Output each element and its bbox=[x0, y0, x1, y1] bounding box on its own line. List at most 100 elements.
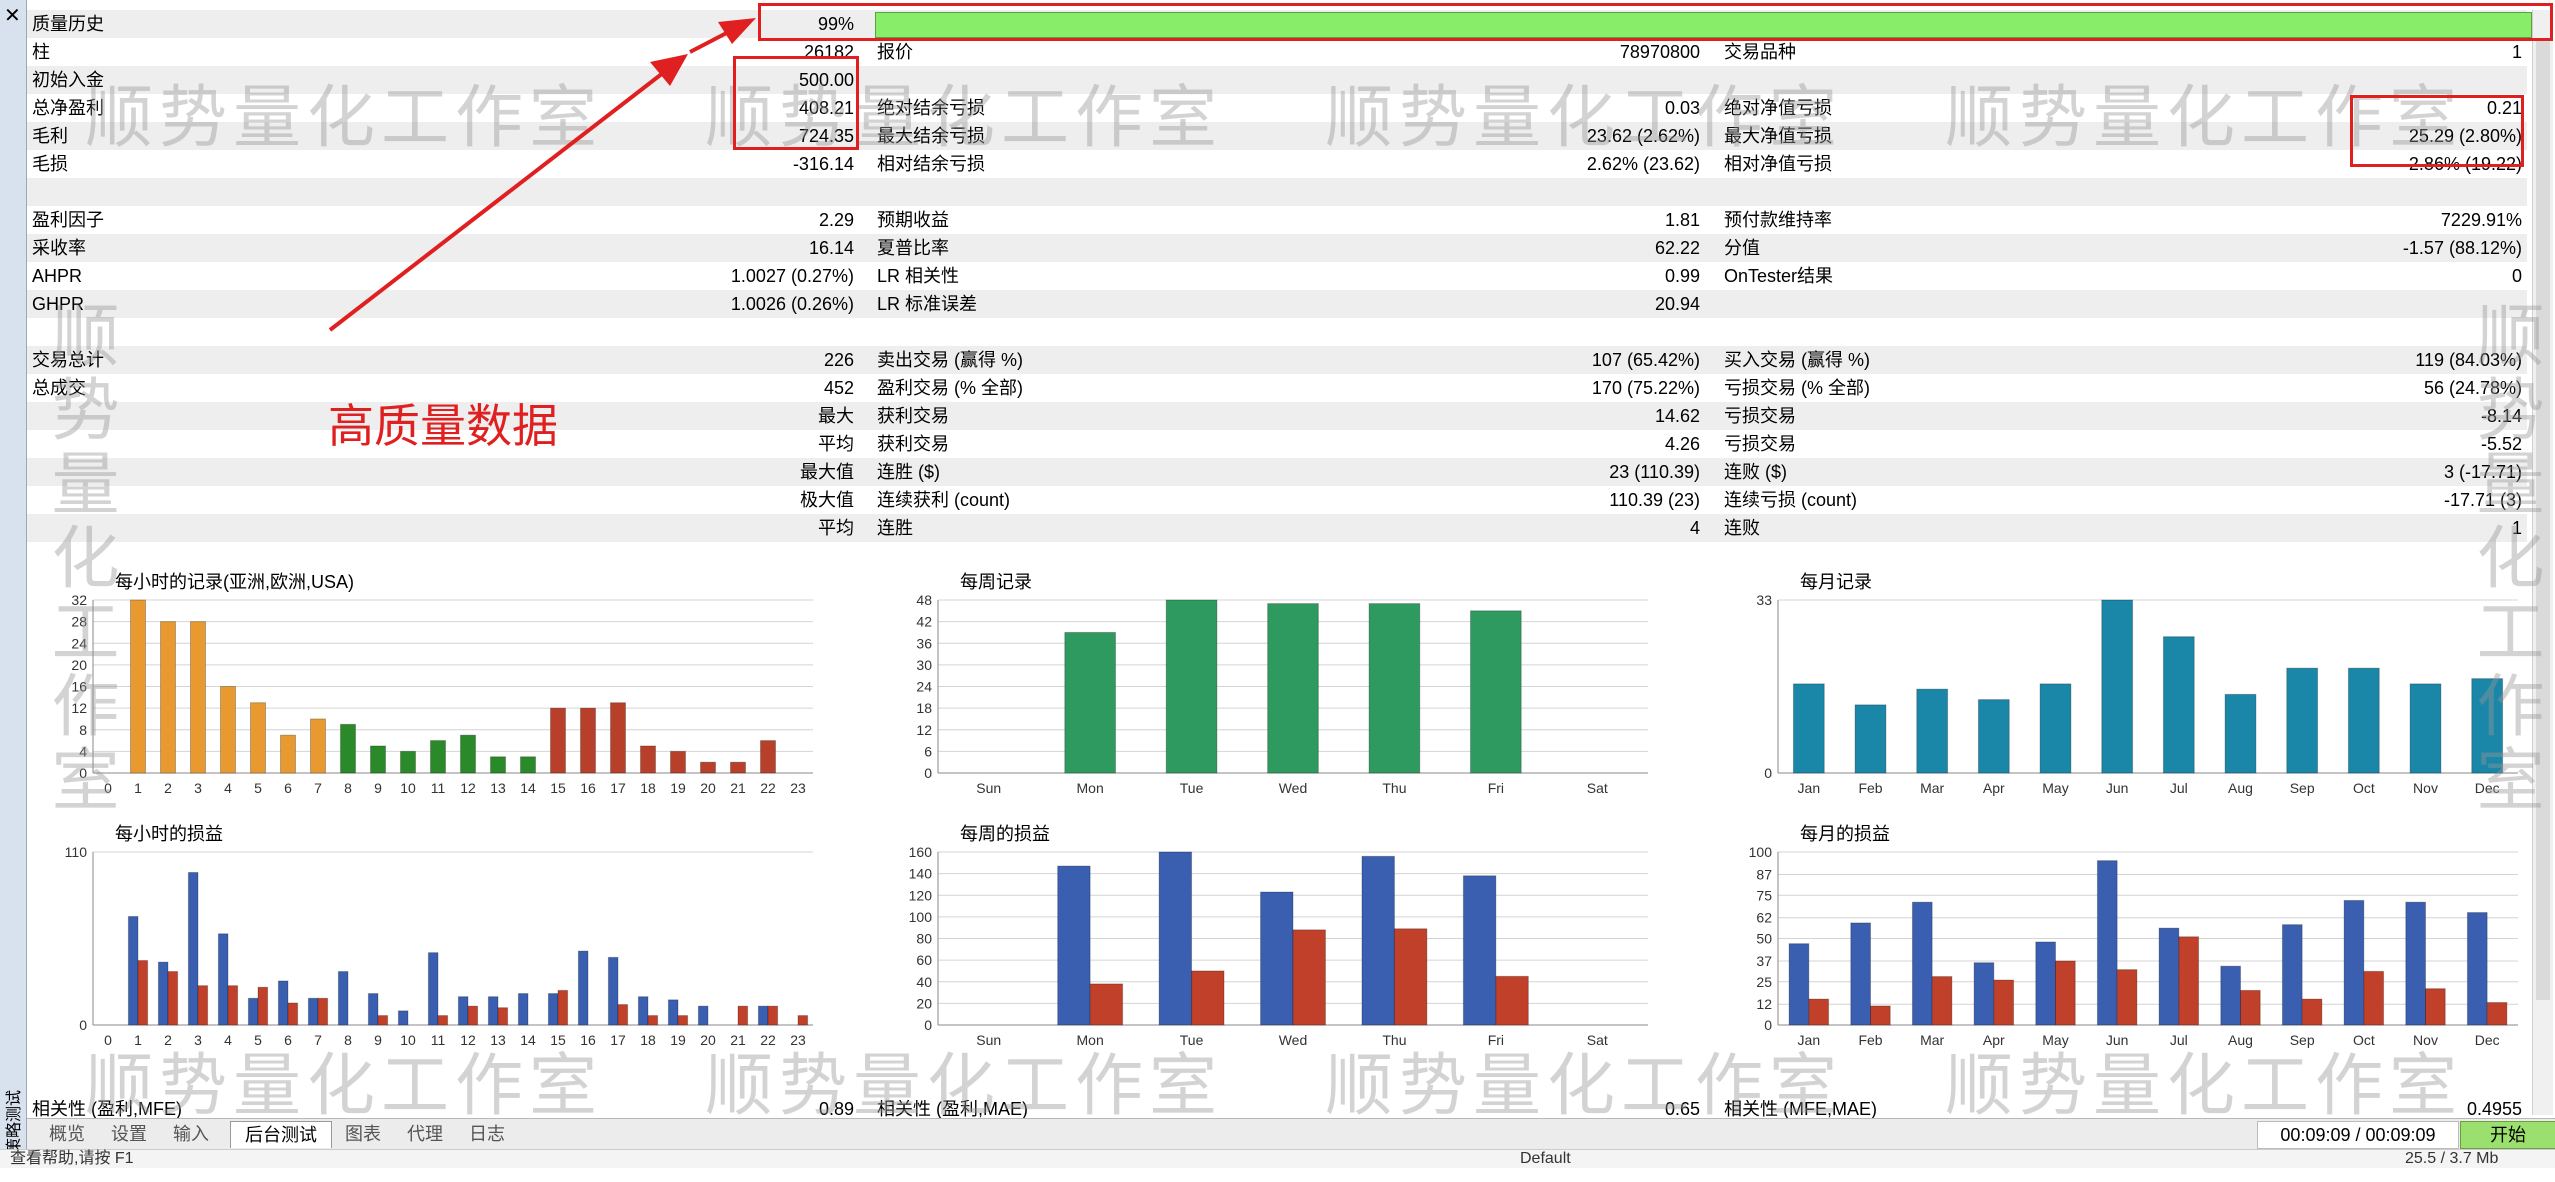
x-tick-label: May bbox=[2042, 1032, 2068, 1048]
stat-label: 采收率 bbox=[32, 238, 86, 258]
tab-journal[interactable]: 日志 bbox=[457, 1121, 517, 1147]
x-tick-label: 19 bbox=[670, 1032, 686, 1048]
chart-bar bbox=[1792, 683, 1825, 774]
y-tick-label: 8 bbox=[79, 722, 87, 738]
monthly-records-chart: 每月记录 0 33 Jan Feb Mar Apr May Jun Jul Aug Sep Oct Nov… bbox=[1740, 568, 2530, 813]
y-tick-label: 12 bbox=[71, 700, 87, 716]
x-tick-label: Fri bbox=[1488, 1032, 1504, 1048]
stat-label: 亏损交易 (% 全部) bbox=[1724, 378, 1870, 398]
y-tick-label: 36 bbox=[916, 635, 932, 651]
vertical-scrollbar[interactable] bbox=[2532, 10, 2553, 1115]
stat-value: 1.0026 (0.26%) bbox=[730, 294, 854, 314]
stat-value: -1.57 (88.12%) bbox=[2402, 238, 2522, 258]
chart-bar bbox=[1931, 976, 1953, 1026]
stat-label: 报价 bbox=[877, 42, 913, 62]
x-tick-label: Wed bbox=[1279, 780, 1308, 796]
start-button[interactable]: 开始 bbox=[2460, 1121, 2555, 1149]
backtest-report: 质量历史 99% 柱 26182 报价 78970800 交易品种 1 初始入金 500.00 总净… bbox=[27, 10, 2532, 542]
x-tick-label: Nov bbox=[2413, 780, 2438, 796]
chart-bar bbox=[277, 980, 289, 1026]
stat-label: 总净盈利 bbox=[32, 98, 104, 118]
chart-bar bbox=[1158, 851, 1193, 1026]
y-tick-label: 0 bbox=[79, 1017, 87, 1033]
chart-bar bbox=[2158, 927, 2180, 1026]
y-tick-label: 110 bbox=[65, 844, 88, 860]
scroll-thumb[interactable] bbox=[2536, 40, 2550, 1000]
chart-bar bbox=[547, 993, 559, 1026]
stat-label: 亏损交易 bbox=[1724, 406, 1796, 426]
chart-bar bbox=[1993, 979, 2015, 1026]
x-tick-label: 18 bbox=[640, 780, 656, 796]
tab-backtest[interactable]: 后台测试 bbox=[230, 1121, 332, 1148]
x-tick-label: Sep bbox=[2290, 780, 2315, 796]
chart-bar bbox=[310, 718, 326, 774]
stat-value: 62.22 bbox=[1654, 238, 1700, 258]
stat-label: 毛损 bbox=[32, 154, 68, 174]
stat-value: 110.39 (23) bbox=[1609, 490, 1700, 510]
chart-bar bbox=[610, 702, 626, 774]
chart-bar bbox=[1089, 983, 1124, 1026]
stat-value: 2.62% (23.62) bbox=[1586, 154, 1700, 174]
x-tick-label: 9 bbox=[374, 1032, 382, 1048]
x-tick-label: 0 bbox=[104, 1032, 112, 1048]
stat-value: 107 (65.42%) bbox=[1591, 350, 1700, 370]
tab-overview[interactable]: 概览 bbox=[37, 1121, 97, 1147]
stat-label: GHPR bbox=[32, 294, 85, 314]
stat-label: LR 相关性 bbox=[877, 266, 960, 286]
x-tick-label: 7 bbox=[314, 1032, 322, 1048]
stat-label: 相对结余亏损 bbox=[877, 154, 985, 174]
x-tick-label: 16 bbox=[580, 780, 596, 796]
stat-value: 平均 bbox=[818, 518, 854, 538]
stat-label: 连败 bbox=[1724, 518, 1760, 538]
app-status-bar: 查看帮助,请按 F1 Default 25.5 / 3.7 Mb bbox=[0, 1149, 2555, 1168]
x-tick-label: 22 bbox=[760, 1032, 776, 1048]
chart-bar bbox=[2220, 965, 2241, 1026]
chart-bar bbox=[160, 621, 176, 774]
report-row: GHPR 1.0026 (0.26%) LR 标准误差 20.94 bbox=[27, 290, 2527, 318]
x-tick-label: 11 bbox=[431, 780, 446, 796]
stat-label: 相关性 (盈利,MAE) bbox=[877, 1100, 1028, 1118]
x-tick-label: 21 bbox=[730, 1032, 746, 1048]
tab-settings[interactable]: 设置 bbox=[99, 1121, 159, 1147]
stat-label: OnTester结果 bbox=[1724, 266, 1834, 286]
stat-value: 4.26 bbox=[1664, 434, 1700, 454]
chart-bar bbox=[517, 993, 529, 1026]
chart-bar bbox=[757, 1005, 769, 1026]
chart-bar bbox=[2286, 667, 2319, 774]
correlation-row: 相关性 (盈利,MFE) 0.89 相关性 (盈利,MAE) 0.65 相关性 … bbox=[27, 1100, 2527, 1118]
x-tick-label: 8 bbox=[344, 780, 352, 796]
y-tick-label: 42 bbox=[916, 614, 932, 630]
x-tick-label: Wed bbox=[1279, 1032, 1308, 1048]
stat-value: 56 (24.78%) bbox=[2423, 378, 2522, 398]
stat-value: 23.62 (2.62%) bbox=[1586, 126, 1700, 146]
chart-bar bbox=[1870, 1005, 1891, 1026]
chart-bar bbox=[2116, 969, 2138, 1026]
chart-bar bbox=[137, 960, 149, 1026]
stat-value: 23 (110.39) bbox=[1609, 462, 1700, 482]
tab-graph[interactable]: 图表 bbox=[333, 1121, 393, 1147]
x-tick-label: 3 bbox=[194, 1032, 202, 1048]
tab-agents[interactable]: 代理 bbox=[395, 1121, 455, 1147]
x-tick-label: 6 bbox=[284, 780, 292, 796]
tab-inputs[interactable]: 输入 bbox=[161, 1121, 221, 1147]
stat-value: 0.03 bbox=[1664, 98, 1700, 118]
chart-bar bbox=[217, 933, 229, 1026]
y-tick-label: 75 bbox=[1756, 887, 1772, 903]
x-tick-label: 11 bbox=[431, 1032, 446, 1048]
chart-bar bbox=[2096, 860, 2118, 1026]
chart-svg: 0 12 25 37 50 62 75 87 100 Jan Feb Mar Apr May Jun Jul A… bbox=[1749, 844, 2518, 1048]
x-tick-label: 23 bbox=[790, 1032, 806, 1048]
y-tick-label: 0 bbox=[924, 765, 932, 781]
x-tick-label: 9 bbox=[374, 780, 382, 796]
x-tick-label: Fri bbox=[1488, 780, 1504, 796]
stat-label: 连续获利 (count) bbox=[877, 490, 1011, 510]
chart-bar bbox=[2486, 1002, 2508, 1026]
stat-label: 最大结余亏损 bbox=[877, 126, 985, 146]
chart-bar bbox=[607, 956, 619, 1026]
x-tick-label: 14 bbox=[520, 780, 536, 796]
close-icon[interactable]: ✕ bbox=[4, 6, 21, 26]
stat-value: 0 bbox=[2511, 266, 2522, 286]
chart-bar bbox=[670, 750, 686, 774]
stat-value: 1 bbox=[2511, 42, 2522, 62]
chart-bar bbox=[1911, 901, 1933, 1026]
